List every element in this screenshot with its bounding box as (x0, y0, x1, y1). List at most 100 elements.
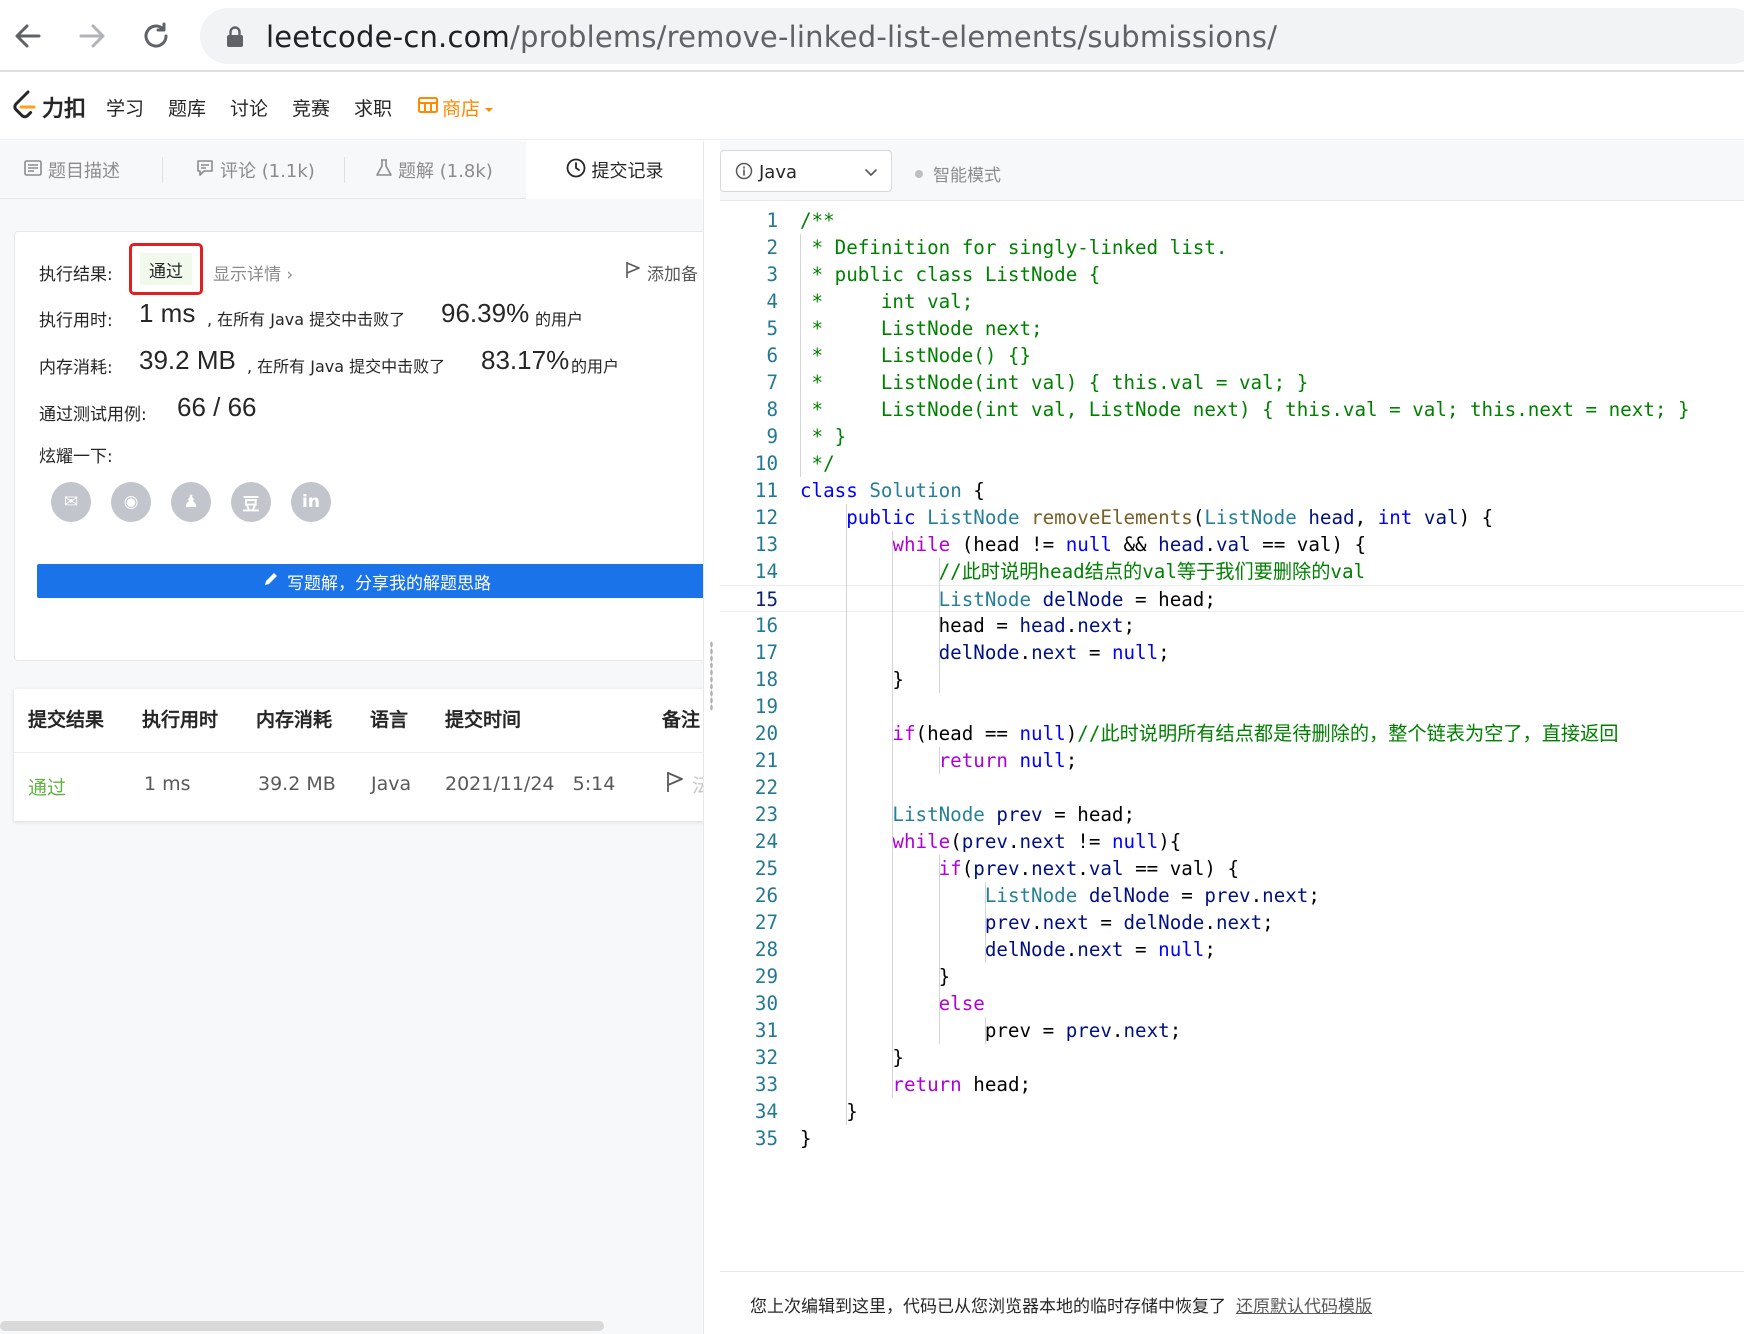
code-line[interactable]: 27 prev.next = delNode.next; (720, 909, 1744, 936)
code-line[interactable]: 16 head = head.next; (720, 612, 1744, 639)
tab-comments[interactable]: 评论 (1.1k) (196, 141, 315, 199)
code-text: public ListNode removeElements(ListNode … (846, 506, 1494, 529)
show-details-link[interactable]: 显示详情 › (213, 260, 293, 285)
code-text: * } (800, 425, 847, 448)
address-bar[interactable]: leetcode-cn.com/problems/remove-linked-l… (200, 8, 1744, 64)
code-line[interactable]: 23 ListNode prev = head; (720, 801, 1744, 828)
back-icon[interactable] (6, 14, 50, 58)
tab-label: 题目描述 (48, 161, 120, 182)
code-line[interactable]: 2 * Definition for singly-linked list. (720, 234, 1744, 261)
code-line[interactable]: 1 /** (720, 207, 1744, 234)
code-line[interactable]: 33 return head; (720, 1071, 1744, 1098)
row-result[interactable]: 通过 (28, 773, 66, 800)
code-line[interactable]: 13 while (head != null && head.val == va… (720, 531, 1744, 558)
nav-problems[interactable]: 题库 (168, 94, 206, 121)
flag-icon (666, 771, 684, 798)
line-number: 26 (754, 884, 778, 907)
code-line[interactable]: 18 } (720, 666, 1744, 693)
indent-guide (800, 234, 801, 477)
code-line[interactable]: 21 return null; (720, 747, 1744, 774)
col-result: 提交结果 (28, 709, 105, 731)
qq-icon[interactable]: ♟ (171, 482, 211, 522)
code-line[interactable]: 30 else (720, 990, 1744, 1017)
language-select[interactable]: Java (720, 150, 892, 192)
url-text: leetcode-cn.com/problems/remove-linked-l… (266, 20, 1278, 54)
tab-description[interactable]: 题目描述 (24, 141, 120, 199)
code-line[interactable]: 28 delNode.next = null; (720, 936, 1744, 963)
restore-default-link[interactable]: 还原默认代码模版 (1236, 1297, 1372, 1317)
nav-jobs[interactable]: 求职 (354, 94, 392, 121)
code-line[interactable]: 3 * public class ListNode { (720, 261, 1744, 288)
status-dot-icon (915, 169, 923, 178)
panel-splitter[interactable] (703, 141, 720, 1334)
chevron-down-icon (863, 164, 879, 184)
code-line[interactable]: 32 } (720, 1044, 1744, 1071)
line-number: 23 (754, 803, 778, 826)
code-line[interactable]: 22 (720, 774, 1744, 801)
line-number: 14 (754, 560, 778, 583)
col-runtime: 执行用时 (142, 709, 219, 731)
code-line[interactable]: 14 //此时说明head结点的val等于我们要删除的val (720, 558, 1744, 585)
code-area[interactable]: 1/** 2 * Definition for singly-linked lis… (720, 201, 1744, 1271)
wechat-icon[interactable]: ✉ (51, 482, 91, 522)
indent-guide (938, 558, 940, 693)
code-line[interactable]: 7 * ListNode(int val) { this.val = val; … (720, 369, 1744, 396)
leetcode-logo[interactable]: 力扣 (12, 90, 86, 124)
memory-value: 39.2 MB (139, 345, 236, 375)
row-runtime: 1 ms (144, 773, 191, 795)
code-line[interactable]: 25 if(prev.next.val == val) { (720, 855, 1744, 882)
code-line[interactable]: 31 prev = prev.next; (720, 1017, 1744, 1044)
code-line[interactable]: 8 * ListNode(int val, ListNode next) { t… (720, 396, 1744, 423)
code-line[interactable]: 5 * ListNode next; (720, 315, 1744, 342)
code-line[interactable]: 26 ListNode delNode = prev.next; (720, 882, 1744, 909)
line-number: 12 (754, 506, 778, 529)
flag-icon (625, 261, 641, 284)
code-text: ListNode prev = head; (892, 803, 1136, 826)
code-line[interactable]: 17 delNode.next = null; (720, 639, 1744, 666)
linkedin-icon[interactable]: in (291, 482, 331, 522)
reload-icon[interactable] (134, 14, 178, 58)
weibo-icon[interactable]: ◉ (111, 482, 151, 522)
tab-label: 评论 (1.1k) (220, 161, 315, 182)
browser-toolbar: leetcode-cn.com/problems/remove-linked-l… (0, 0, 1744, 72)
code-text: prev.next = delNode.next; (984, 911, 1274, 934)
code-line[interactable]: 9 * } (720, 423, 1744, 450)
editor-toolbar: Java 智能模式 (720, 141, 1744, 201)
smart-mode-toggle[interactable]: 智能模式 (915, 161, 1001, 186)
runtime-label: 执行用时: (39, 311, 113, 331)
indent-guide (846, 504, 848, 1125)
tab-label: 题解 (1.8k) (398, 161, 493, 182)
code-line[interactable]: 35} (720, 1125, 1744, 1152)
horizontal-scrollbar[interactable] (0, 1321, 604, 1331)
memory-tail: 的用户 (571, 357, 620, 376)
code-line[interactable]: 24 while(prev.next != null){ (720, 828, 1744, 855)
forward-icon[interactable] (70, 14, 114, 58)
code-line[interactable]: 10 */ (720, 450, 1744, 477)
row-note[interactable]: 沄 (666, 771, 703, 798)
line-number: 5 (766, 317, 778, 340)
result-status-badge: 通过 (140, 253, 192, 285)
code-line[interactable]: 6 * ListNode() {} (720, 342, 1744, 369)
nav-learn[interactable]: 学习 (106, 94, 144, 121)
nav-discuss[interactable]: 讨论 (230, 94, 268, 121)
add-note-button[interactable]: 添加备 (625, 260, 698, 285)
tab-solutions[interactable]: 题解 (1.8k) (376, 141, 493, 199)
code-line[interactable]: 4 * int val; (720, 288, 1744, 315)
row-note-label: 沄 (692, 775, 703, 797)
code-line[interactable]: 11 class Solution { (720, 477, 1744, 504)
code-line[interactable]: 29 } (720, 963, 1744, 990)
line-number: 20 (754, 722, 778, 745)
store-label: 商店 (442, 98, 481, 120)
line-number: 28 (754, 938, 778, 961)
nav-contest[interactable]: 竞赛 (292, 94, 330, 121)
douban-icon[interactable]: 豆 (231, 482, 271, 522)
table-header: 提交结果 执行用时 内存消耗 语言 提交时间 备注 (14, 689, 703, 753)
code-line[interactable]: 19 (720, 693, 1744, 720)
write-solution-button[interactable]: 写题解，分享我的解题思路 (37, 564, 703, 598)
code-line[interactable]: 12 public ListNode removeElements(ListNo… (720, 504, 1744, 531)
nav-store[interactable]: 商店 (418, 94, 494, 121)
code-line[interactable]: 34 } (720, 1098, 1744, 1125)
code-line[interactable]: 20 if(head == null)//此时说明所有结点都是待删除的，整个链表… (720, 720, 1744, 747)
code-line[interactable]: 15 ListNode delNode = head; (720, 585, 1744, 612)
tab-submissions[interactable]: 提交记录 (526, 141, 703, 199)
